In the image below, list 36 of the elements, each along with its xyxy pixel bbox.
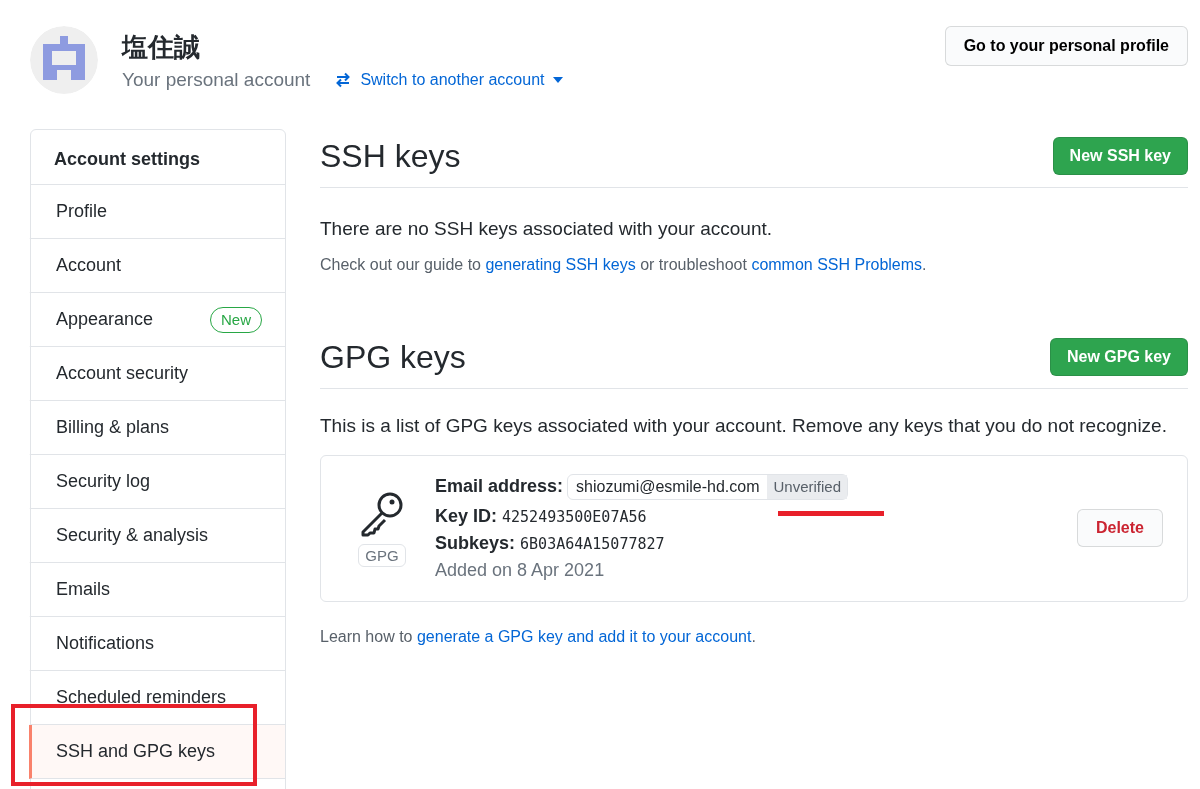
section-title: GPG keys [320,338,466,376]
account-name: 塩住誠 [122,30,201,64]
key-id-value: 4252493500E07A56 [502,508,647,526]
sidebar-item[interactable]: Account [29,239,285,293]
account-type: Your personal account [122,68,311,91]
sidebar-item[interactable]: Emails [29,563,285,617]
personal-profile-button[interactable]: Go to your personal profile [944,26,1188,66]
email-label: Email address: [435,475,564,496]
sidebar-item[interactable]: Profile [29,185,285,239]
sidebar-item[interactable]: Security log [29,455,285,509]
sidebar-item-label: Appearance [56,308,154,331]
gpg-learn-text: Learn how to generate a GPG key and add it to your account. [320,628,757,646]
subkeys-label: Subkeys: [435,533,516,553]
empty-message: There are no SSH keys associated with your account. [320,217,773,241]
sidebar-item[interactable]: Notifications [29,617,285,671]
sidebar-item[interactable]: Security & analysis [29,509,285,563]
sidebar-title: Account settings [31,130,285,185]
key-type-label: GPG [358,544,406,567]
ssh-guide-link[interactable]: generating SSH keys [485,256,636,273]
caret-icon [552,76,563,83]
delete-button[interactable]: Delete [1076,508,1163,547]
sidebar-item[interactable]: Billing & plans [29,401,285,455]
switch-account-link[interactable]: Switch to another account [334,70,563,89]
subkeys-value: 6B03A64A15077827 [520,535,665,553]
gpg-guide-link[interactable]: generate a GPG key and add it to your account [416,628,752,645]
sidebar-item[interactable]: Appearance New [29,293,285,347]
section-title: SSH keys [320,137,461,175]
key-id-label: Key ID: [435,506,497,526]
added-date: Added on 8 Apr 2021 [435,560,606,581]
ssh-guide-text: Check out our guide to generating SSH keys or troubleshoot common SSH Problems. [320,256,928,274]
sidebar-item[interactable]: Account security [29,347,285,401]
gpg-description: This is a list of GPG keys associated with your account. Remove any keys that you do not recognize. [320,414,1168,438]
sidebar-item[interactable]: SSH and GPG keys [29,725,285,779]
email-value: shiozumi@esmile-hd.com [575,477,761,497]
status-badge: Unverified [767,475,847,499]
avatar-icon [30,26,98,94]
